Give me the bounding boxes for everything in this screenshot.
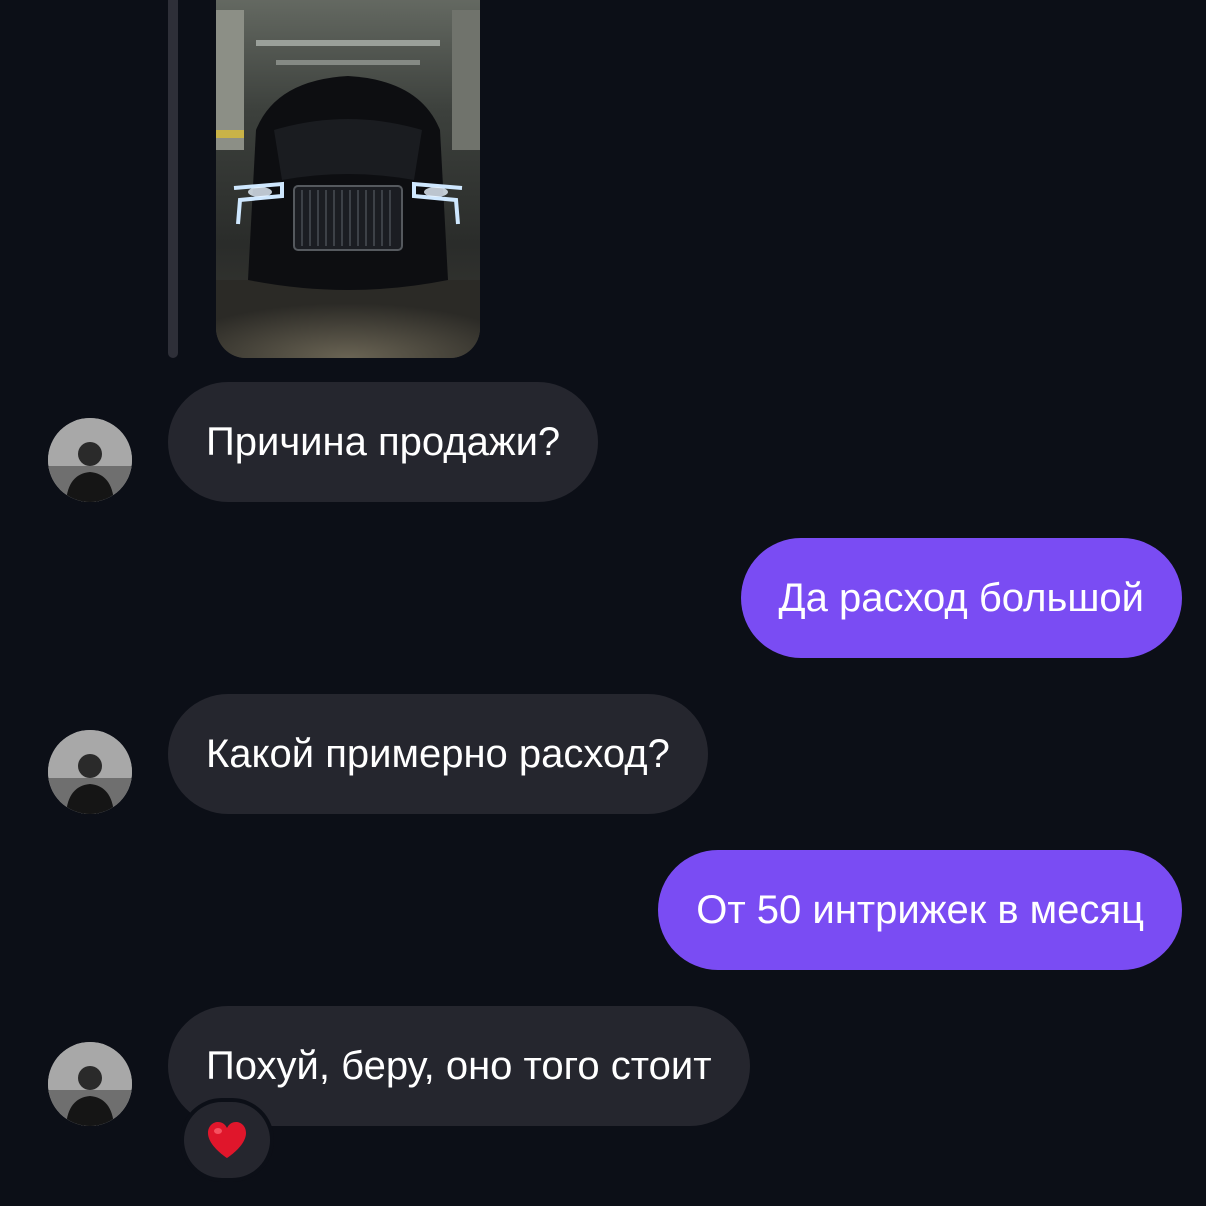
heart-icon bbox=[208, 1122, 246, 1158]
message-text: Похуй, беру, оно того стоит bbox=[206, 1043, 712, 1088]
message-bubble-incoming[interactable]: Похуй, беру, оно того стоит bbox=[168, 1006, 750, 1126]
car-photo-message[interactable] bbox=[216, 0, 480, 358]
contact-avatar[interactable] bbox=[48, 1042, 132, 1126]
message-text: От 50 интрижек в месяц bbox=[696, 887, 1144, 932]
avatar-image bbox=[48, 730, 132, 814]
car-photo-image bbox=[216, 0, 480, 358]
reply-quote-bar bbox=[168, 0, 178, 358]
contact-avatar[interactable] bbox=[48, 730, 132, 814]
message-bubble-outgoing[interactable]: Да расход большой bbox=[740, 538, 1182, 658]
message-text: Причина продажи? bbox=[206, 419, 561, 464]
message-reaction[interactable] bbox=[184, 1102, 270, 1178]
message-bubble-incoming[interactable]: Причина продажи? bbox=[168, 382, 599, 502]
message-bubble-outgoing[interactable]: От 50 интрижек в месяц bbox=[658, 850, 1182, 970]
message-text: Да расход большой bbox=[778, 575, 1144, 620]
message-bubble-incoming[interactable]: Какой примерно расход? bbox=[168, 694, 708, 814]
avatar-image bbox=[48, 1042, 132, 1126]
message-text: Какой примерно расход? bbox=[206, 731, 670, 776]
contact-avatar[interactable] bbox=[48, 418, 132, 502]
avatar-image bbox=[48, 418, 132, 502]
